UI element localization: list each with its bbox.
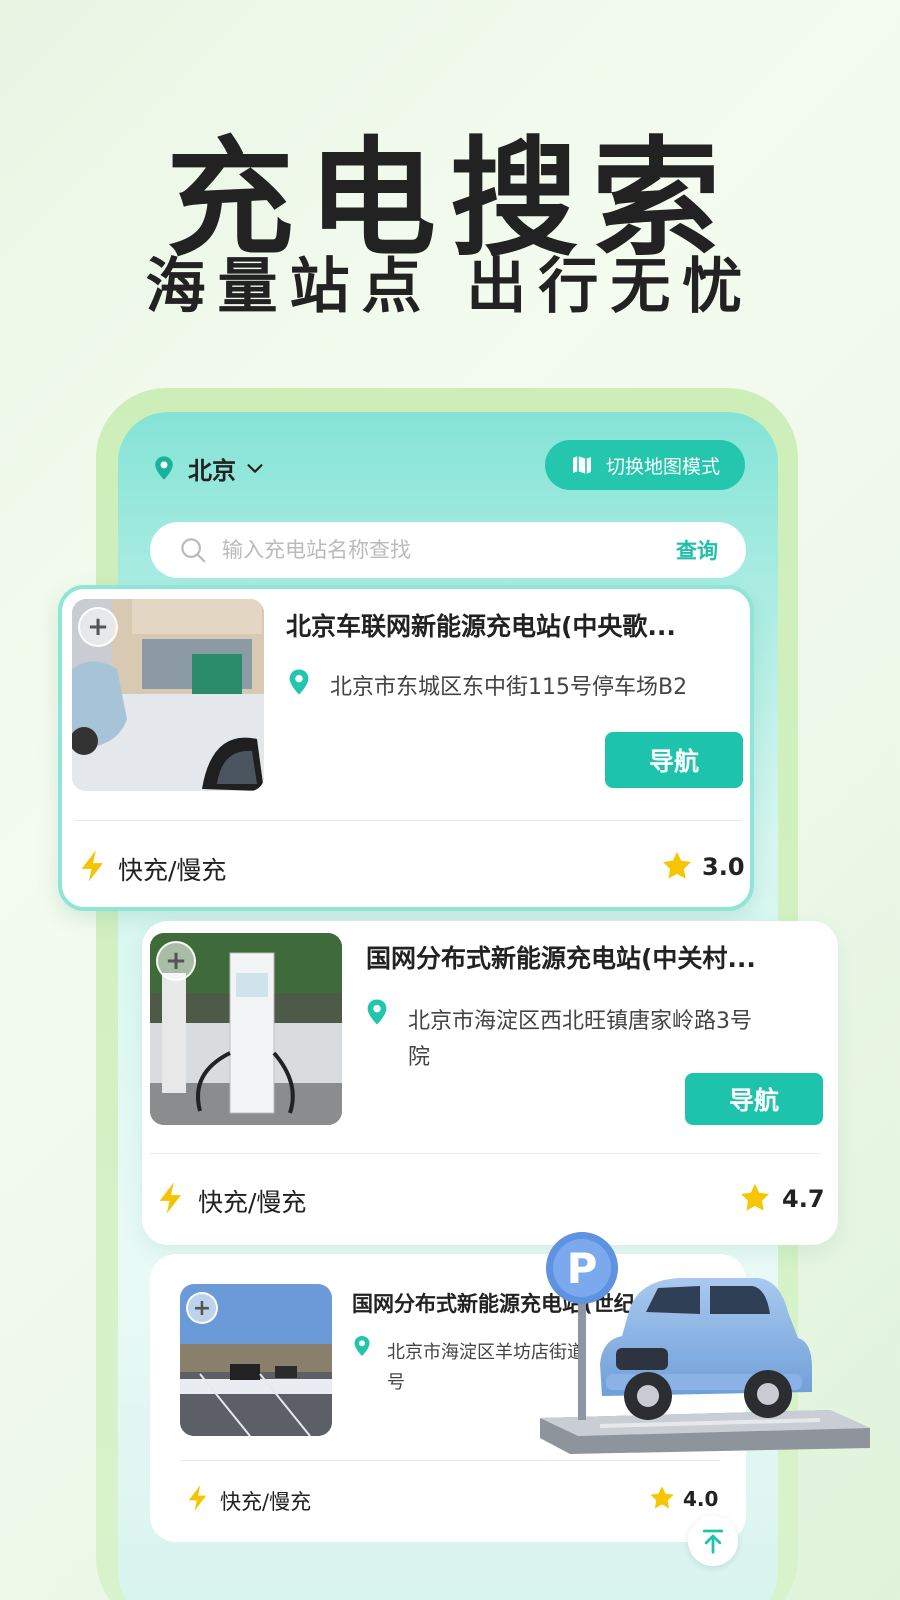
station-address-cont: 号 [387, 1372, 405, 1393]
city-selector[interactable]: 北京 [150, 448, 266, 488]
navigate-button[interactable]: 导航 [685, 1073, 823, 1125]
chevron-down-icon [247, 464, 263, 473]
star-icon [740, 1183, 770, 1211]
charge-type: 快充/慢充 [118, 856, 227, 885]
station-card[interactable]: + 北京车联网新能源充电站(中央歌... 北京市东城区东中街115号停车场B2 … [58, 585, 754, 911]
plus-icon[interactable]: + [78, 607, 118, 647]
svg-text:P: P [567, 1244, 598, 1293]
station-photo: + [150, 933, 342, 1125]
map-icon [572, 456, 591, 474]
location-pin-icon [289, 669, 309, 695]
query-button[interactable]: 查询 [676, 535, 718, 565]
lightning-bolt-icon [188, 1485, 207, 1511]
lightning-bolt-icon [81, 850, 103, 882]
parking-car-illustration: P [540, 1232, 870, 1454]
station-card[interactable]: + 国网分布式新能源充电站(中关村... 北京市海淀区西北旺镇唐家岭路3号 院 … [142, 921, 838, 1245]
station-address: 北京市东城区东中街115号停车场B2 [330, 675, 688, 700]
divider [150, 1153, 820, 1154]
arrow-up-icon [702, 1529, 724, 1554]
divider [74, 820, 742, 821]
plus-icon[interactable]: + [156, 941, 196, 981]
promo-subline: 海量站点 出行无忧 [145, 252, 755, 322]
star-icon [662, 851, 692, 879]
station-address-cont: 院 [408, 1045, 431, 1070]
search-icon [181, 538, 206, 563]
map-mode-label: 切换地图模式 [605, 455, 720, 478]
navigate-button[interactable]: 导航 [605, 732, 743, 788]
search-bar: 查询 [150, 522, 746, 578]
star-icon [650, 1486, 674, 1509]
charge-type: 快充/慢充 [220, 1490, 312, 1514]
station-rating: 4.7 [782, 1185, 825, 1213]
back-to-top-button[interactable] [688, 1516, 738, 1566]
city-label: 北京 [188, 456, 236, 485]
charge-type: 快充/慢充 [198, 1188, 307, 1217]
station-title[interactable]: 北京车联网新能源充电站(中央歌... [286, 607, 746, 643]
lightning-bolt-icon [159, 1182, 181, 1214]
plus-icon[interactable]: + [186, 1292, 218, 1324]
station-photo: + [180, 1284, 332, 1436]
map-mode-button[interactable]: 切换地图模式 [545, 440, 745, 490]
location-pin-icon [155, 456, 173, 480]
station-rating: 4.0 [683, 1487, 719, 1511]
station-title[interactable]: 国网分布式新能源充电站(中关村... [366, 939, 826, 975]
location-pin-icon [367, 999, 387, 1025]
search-input[interactable] [222, 538, 676, 562]
station-rating: 3.0 [702, 853, 745, 881]
station-address: 北京市海淀区西北旺镇唐家岭路3号 [408, 1009, 752, 1034]
station-photo: + [72, 599, 264, 791]
location-pin-icon [354, 1336, 370, 1356]
